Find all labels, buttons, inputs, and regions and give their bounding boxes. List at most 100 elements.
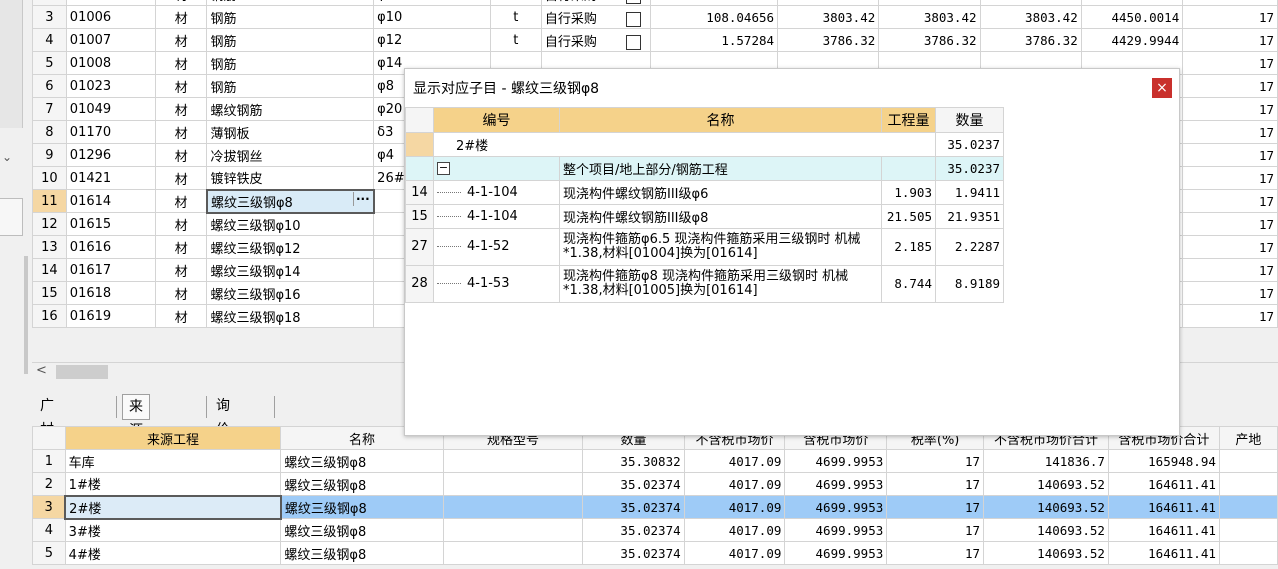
spec-cell[interactable]: φ12 — [373, 28, 491, 52]
total-in-cell[interactable]: 165948.94 — [1107, 449, 1220, 473]
tree-group-row[interactable]: − 整个项目/地上部分/钢筋工程 35.0237 — [405, 156, 1004, 181]
rate-cell[interactable]: 17 — [1182, 189, 1278, 213]
amount-cell[interactable]: 21.9351 — [935, 204, 1004, 229]
code-cell[interactable]: 01023 — [65, 74, 157, 98]
code-cell[interactable]: 01614 — [65, 189, 157, 213]
unit-cell[interactable]: t — [489, 5, 542, 29]
spec-cell[interactable] — [442, 495, 584, 519]
price-ex-cell[interactable]: 4017.09 — [683, 518, 786, 542]
rate-cell[interactable]: 17 — [1182, 143, 1278, 167]
spec-cell[interactable] — [442, 449, 584, 473]
table-row[interactable]: 4 01007 材钢筋 φ12 t 自行采购 1.57284 3786.32 3786.32 37… — [32, 28, 1278, 52]
table-row[interactable]: 27 4-1-52 现浇构件箍筋φ6.5 现浇构件箍筋采用三级钢时 机械*1.38,… — [405, 228, 1004, 266]
code-cell[interactable]: 01008 — [65, 51, 157, 75]
tree-root-row[interactable]: 2#楼 35.0237 — [405, 132, 1004, 157]
checkbox[interactable] — [626, 11, 641, 27]
table-row[interactable]: 1 车库 螺纹三级钢φ8 35.30832 4017.09 4699.9953 17 1418… — [32, 449, 1278, 473]
name-cell[interactable]: 螺纹三级钢φ10 — [206, 212, 375, 236]
code-cell[interactable]: 01049 — [65, 97, 157, 121]
name-cell[interactable]: 螺纹三级钢φ18 — [206, 304, 375, 328]
spec-cell[interactable] — [442, 541, 584, 565]
name-cell[interactable]: 螺纹三级钢φ16 — [206, 281, 375, 305]
total-ex-cell[interactable]: 140693.52 — [983, 518, 1109, 542]
type-cell[interactable]: 材 — [155, 166, 208, 190]
price-ex-cell[interactable]: 4017.09 — [683, 449, 786, 473]
code-cell[interactable]: 4-1-52 — [433, 228, 560, 266]
name-cell[interactable]: 冷拔钢丝 — [206, 143, 375, 167]
name-cell[interactable]: 钢筋 — [206, 51, 375, 75]
total-in-cell[interactable]: 164611.41 — [1107, 541, 1220, 565]
type-cell[interactable]: 材 — [155, 74, 208, 98]
total-in-cell[interactable]: 164611.41 — [1107, 518, 1220, 542]
total-in-cell[interactable]: 164611.41 — [1107, 472, 1220, 496]
rate-cell[interactable]: 17 — [886, 472, 984, 496]
rate-cell[interactable]: 17 — [886, 541, 984, 565]
price-cell[interactable]: 3786.32 — [878, 28, 981, 52]
name-cell[interactable]: 螺纹三级钢φ12 — [206, 235, 375, 259]
total-ex-cell[interactable]: 140693.52 — [983, 495, 1109, 519]
tab-material-assistant[interactable]: 广材助手 — [34, 394, 60, 486]
col-header-origin[interactable]: 产地 — [1218, 426, 1278, 450]
type-cell[interactable]: 材 — [155, 5, 208, 29]
price-cell[interactable]: 4450.0014 — [1080, 5, 1184, 29]
type-cell[interactable]: 材 — [155, 281, 208, 305]
table-row[interactable]: 3 2#楼 螺纹三级钢φ8 35.02374 4017.09 4699.9953 17 140… — [32, 494, 1278, 520]
amount-cell[interactable]: 1.9411 — [935, 180, 1004, 205]
code-cell[interactable]: 01296 — [65, 143, 157, 167]
qty-cell[interactable]: 21.505 — [881, 204, 936, 229]
rate-cell[interactable]: 17 — [1182, 120, 1278, 144]
type-cell[interactable]: 材 — [155, 143, 208, 167]
code-cell[interactable]: 01007 — [65, 28, 157, 52]
rate-cell[interactable]: 17 — [1182, 166, 1278, 190]
type-cell[interactable]: 材 — [155, 212, 208, 236]
amount-cell[interactable]: 8.9189 — [935, 265, 1004, 303]
name-cell[interactable]: 螺纹三级钢φ8 — [280, 495, 444, 519]
type-cell[interactable]: 材 — [155, 304, 208, 328]
qty-cell[interactable]: 1.57284 — [649, 28, 779, 52]
qty-cell[interactable]: 8.744 — [881, 265, 936, 303]
spec-cell[interactable] — [442, 518, 584, 542]
name-cell[interactable]: 螺纹三级钢φ14 — [206, 258, 375, 282]
rate-cell[interactable]: 17 — [1182, 5, 1278, 29]
name-cell[interactable]: 钢筋 — [206, 28, 375, 52]
code-cell[interactable]: 4-1-104 — [433, 204, 560, 229]
type-cell[interactable]: 材 — [155, 120, 208, 144]
rate-cell[interactable]: 17 — [1182, 281, 1278, 305]
price-in-cell[interactable]: 4699.9953 — [784, 541, 888, 565]
source-cell[interactable]: 车库 — [64, 449, 282, 473]
table-row[interactable]: 14 4-1-104 现浇构件螺纹钢筋III级φ6 1.903 1.9411 — [405, 180, 1004, 205]
name-cell[interactable]: 现浇构件箍筋φ8 现浇构件箍筋采用三级钢时 机械*1.38,材料[01005]换… — [559, 265, 882, 303]
name-cell[interactable]: 现浇构件箍筋φ6.5 现浇构件箍筋采用三级钢时 机械*1.38,材料[01004… — [559, 228, 882, 266]
table-row[interactable]: 28 4-1-53 现浇构件箍筋φ8 现浇构件箍筋采用三级钢时 机械*1.38,材料… — [405, 265, 1004, 303]
qty-cell[interactable]: 2.185 — [881, 228, 936, 266]
rate-cell[interactable]: 17 — [1182, 235, 1278, 259]
spec-cell[interactable]: φ10 — [373, 5, 491, 29]
ellipsis-button[interactable]: ··· — [352, 191, 372, 206]
code-cell[interactable]: 4-1-104 — [433, 180, 560, 205]
total-ex-cell[interactable]: 140693.52 — [983, 541, 1109, 565]
collapse-toggle-icon[interactable]: − — [437, 162, 450, 175]
qty-cell[interactable]: 35.02374 — [582, 495, 685, 519]
name-cell[interactable]: 镀锌铁皮 — [206, 166, 375, 190]
price-in-cell[interactable]: 4699.9953 — [784, 472, 888, 496]
name-cell[interactable]: 螺纹三级钢φ8 — [280, 518, 444, 542]
scroll-thumb[interactable] — [56, 365, 108, 379]
source-cell[interactable]: 4#楼 — [64, 541, 282, 565]
spec-cell[interactable] — [442, 472, 584, 496]
rate-cell[interactable]: 17 — [886, 518, 984, 542]
price-cell[interactable]: 3786.32 — [979, 28, 1082, 52]
table-row[interactable]: 15 4-1-104 现浇构件螺纹钢筋III级φ8 21.505 21.9351 — [405, 204, 1004, 229]
type-cell[interactable]: 材 — [155, 51, 208, 75]
name-cell[interactable]: ··· 螺纹三级钢φ8 — [205, 188, 375, 214]
price-cell[interactable]: 3803.42 — [777, 5, 880, 29]
rate-cell[interactable]: 17 — [886, 449, 984, 473]
origin-cell[interactable] — [1218, 495, 1278, 519]
code-cell[interactable]: 01619 — [65, 304, 157, 328]
amount-cell[interactable]: 2.2287 — [935, 228, 1004, 266]
price-in-cell[interactable]: 4699.9953 — [784, 518, 888, 542]
qty-cell[interactable]: 108.04656 — [649, 5, 779, 29]
type-cell[interactable]: 材 — [155, 258, 208, 282]
unit-cell[interactable]: t — [489, 28, 542, 52]
code-cell[interactable]: 01617 — [65, 258, 157, 282]
rate-cell[interactable]: 17 — [1182, 258, 1278, 282]
